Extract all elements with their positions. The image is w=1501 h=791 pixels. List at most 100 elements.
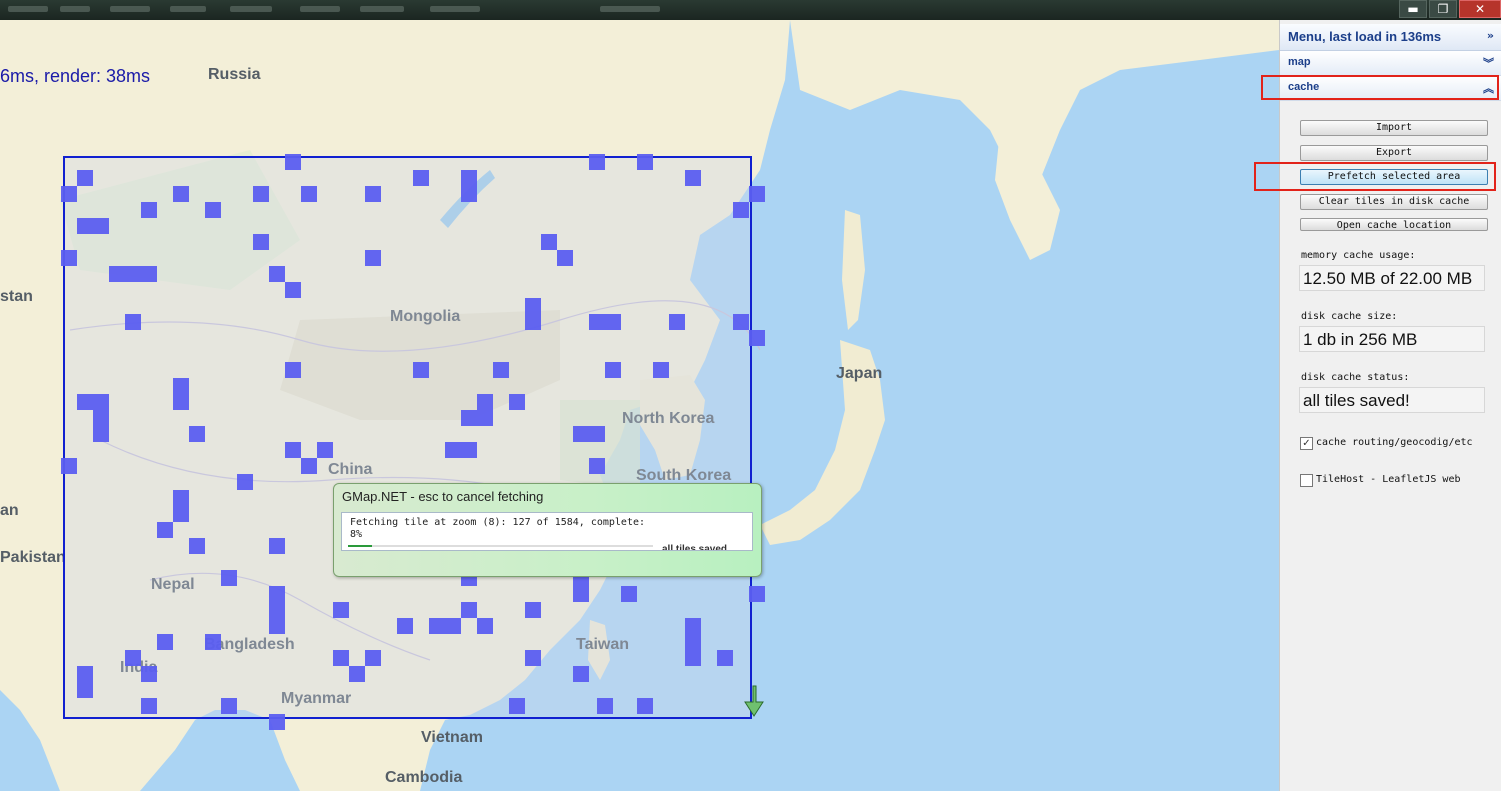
cached-tile: [573, 586, 589, 602]
landmass-fareast: [790, 20, 1279, 180]
cached-tile: [173, 378, 189, 394]
cached-tile: [173, 186, 189, 202]
prefetch-progress-fill: [348, 545, 373, 547]
cached-tile: [189, 538, 205, 554]
cached-tile: [397, 618, 413, 634]
cached-tile: [109, 266, 125, 282]
cached-tile: [269, 714, 285, 730]
menu-header[interactable]: Menu, last load in 136ms »: [1280, 24, 1501, 51]
disk-cache-status-label: disk cache status:: [1301, 372, 1410, 383]
section-map[interactable]: map ︾: [1280, 51, 1501, 76]
cached-tile: [173, 506, 189, 522]
cached-tile: [333, 650, 349, 666]
double-chevron-up-icon[interactable]: ︽: [1483, 80, 1494, 96]
cached-tile: [285, 362, 301, 378]
titlebar-blur: [360, 6, 404, 12]
titlebar-blur: [8, 6, 48, 12]
selection-corner-marker-icon[interactable]: [740, 684, 770, 718]
cached-tile: [77, 394, 93, 410]
cached-tile: [669, 314, 685, 330]
titlebar-blur: [60, 6, 90, 12]
cached-tile: [125, 266, 141, 282]
window-controls: ▬ ❐ ✕: [1397, 0, 1501, 18]
cached-tile: [461, 170, 477, 186]
cached-tile: [205, 202, 221, 218]
cached-tile: [733, 314, 749, 330]
cached-tile: [301, 186, 317, 202]
cached-tile: [573, 666, 589, 682]
prefetch-selected-area-button[interactable]: Prefetch selected area: [1300, 169, 1488, 185]
cached-tile: [597, 698, 613, 714]
cached-tile: [445, 618, 461, 634]
titlebar-blur: [300, 6, 340, 12]
cached-tile: [525, 602, 541, 618]
cached-tile: [77, 218, 93, 234]
section-cache[interactable]: cache ︽: [1280, 76, 1501, 101]
double-chevron-right-icon[interactable]: »: [1487, 29, 1494, 42]
cached-tile: [93, 394, 109, 410]
cached-tile: [637, 698, 653, 714]
map-view[interactable]: 6ms, render: 38ms Russia Mongolia China …: [0, 20, 1279, 791]
cached-tile: [253, 234, 269, 250]
cached-tile: [205, 634, 221, 650]
cached-tile: [269, 602, 285, 618]
minimize-button[interactable]: ▬: [1399, 0, 1427, 18]
map-label-stan: stan: [0, 288, 33, 305]
cached-tile: [141, 666, 157, 682]
cached-tile: [589, 426, 605, 442]
cached-tile: [253, 186, 269, 202]
cached-tile: [237, 474, 253, 490]
export-button[interactable]: Export: [1300, 145, 1488, 161]
close-button[interactable]: ✕: [1459, 0, 1501, 18]
prefetch-progress-bar: [348, 545, 653, 547]
prefetch-dialog: GMap.NET - esc to cancel fetching Fetchi…: [333, 483, 762, 577]
restore-button[interactable]: ❐: [1429, 0, 1457, 18]
double-chevron-down-icon[interactable]: ︾: [1483, 55, 1494, 71]
cached-tile: [413, 362, 429, 378]
map-label-japan: Japan: [836, 365, 883, 382]
cached-tile: [141, 202, 157, 218]
cached-tile: [173, 490, 189, 506]
memory-cache-usage-value: 12.50 MB of 22.00 MB: [1299, 265, 1485, 291]
cached-tile: [269, 538, 285, 554]
cached-tile: [301, 458, 317, 474]
cached-tile: [685, 650, 701, 666]
cached-tile: [157, 522, 173, 538]
disk-cache-status-value: all tiles saved!: [1299, 387, 1485, 413]
cached-tile: [541, 234, 557, 250]
cached-tile: [621, 586, 637, 602]
import-button[interactable]: Import: [1300, 120, 1488, 136]
titlebar-blur: [110, 6, 150, 12]
open-cache-location-button[interactable]: Open cache location: [1300, 218, 1488, 231]
map-label-pakistan: Pakistan: [0, 549, 66, 566]
cached-tile: [653, 362, 669, 378]
map-label-vietnam: Vietnam: [421, 729, 483, 746]
cache-routing-checkbox[interactable]: ✓: [1300, 437, 1313, 450]
disk-cache-size-label: disk cache size:: [1301, 311, 1398, 322]
cached-tile: [189, 426, 205, 442]
cached-tile: [509, 394, 525, 410]
disk-cache-size-value: 1 db in 256 MB: [1299, 326, 1485, 352]
tilehost-checkbox[interactable]: [1300, 474, 1313, 487]
cached-tile: [61, 250, 77, 266]
cached-tile: [685, 618, 701, 634]
cached-tile: [429, 618, 445, 634]
cached-tile: [589, 154, 605, 170]
cached-tile: [157, 634, 173, 650]
cached-tile: [269, 618, 285, 634]
cached-tile: [77, 682, 93, 698]
cached-tile: [365, 650, 381, 666]
cached-tile: [221, 570, 237, 586]
cached-tile: [413, 170, 429, 186]
cached-tile: [605, 362, 621, 378]
prefetch-dialog-message: Fetching tile at zoom (8): 127 of 1584, …: [350, 517, 645, 541]
cached-tile: [525, 314, 541, 330]
cached-tile: [61, 186, 77, 202]
titlebar-blur: [230, 6, 272, 12]
clear-disk-cache-button[interactable]: Clear tiles in disk cache: [1300, 194, 1488, 210]
cache-routing-label: cache routing/geocodig/etc: [1316, 437, 1473, 448]
cached-tile: [125, 314, 141, 330]
cached-tile: [477, 410, 493, 426]
cached-tile: [461, 186, 477, 202]
tilehost-label: TileHost - LeafletJS web: [1316, 474, 1461, 485]
